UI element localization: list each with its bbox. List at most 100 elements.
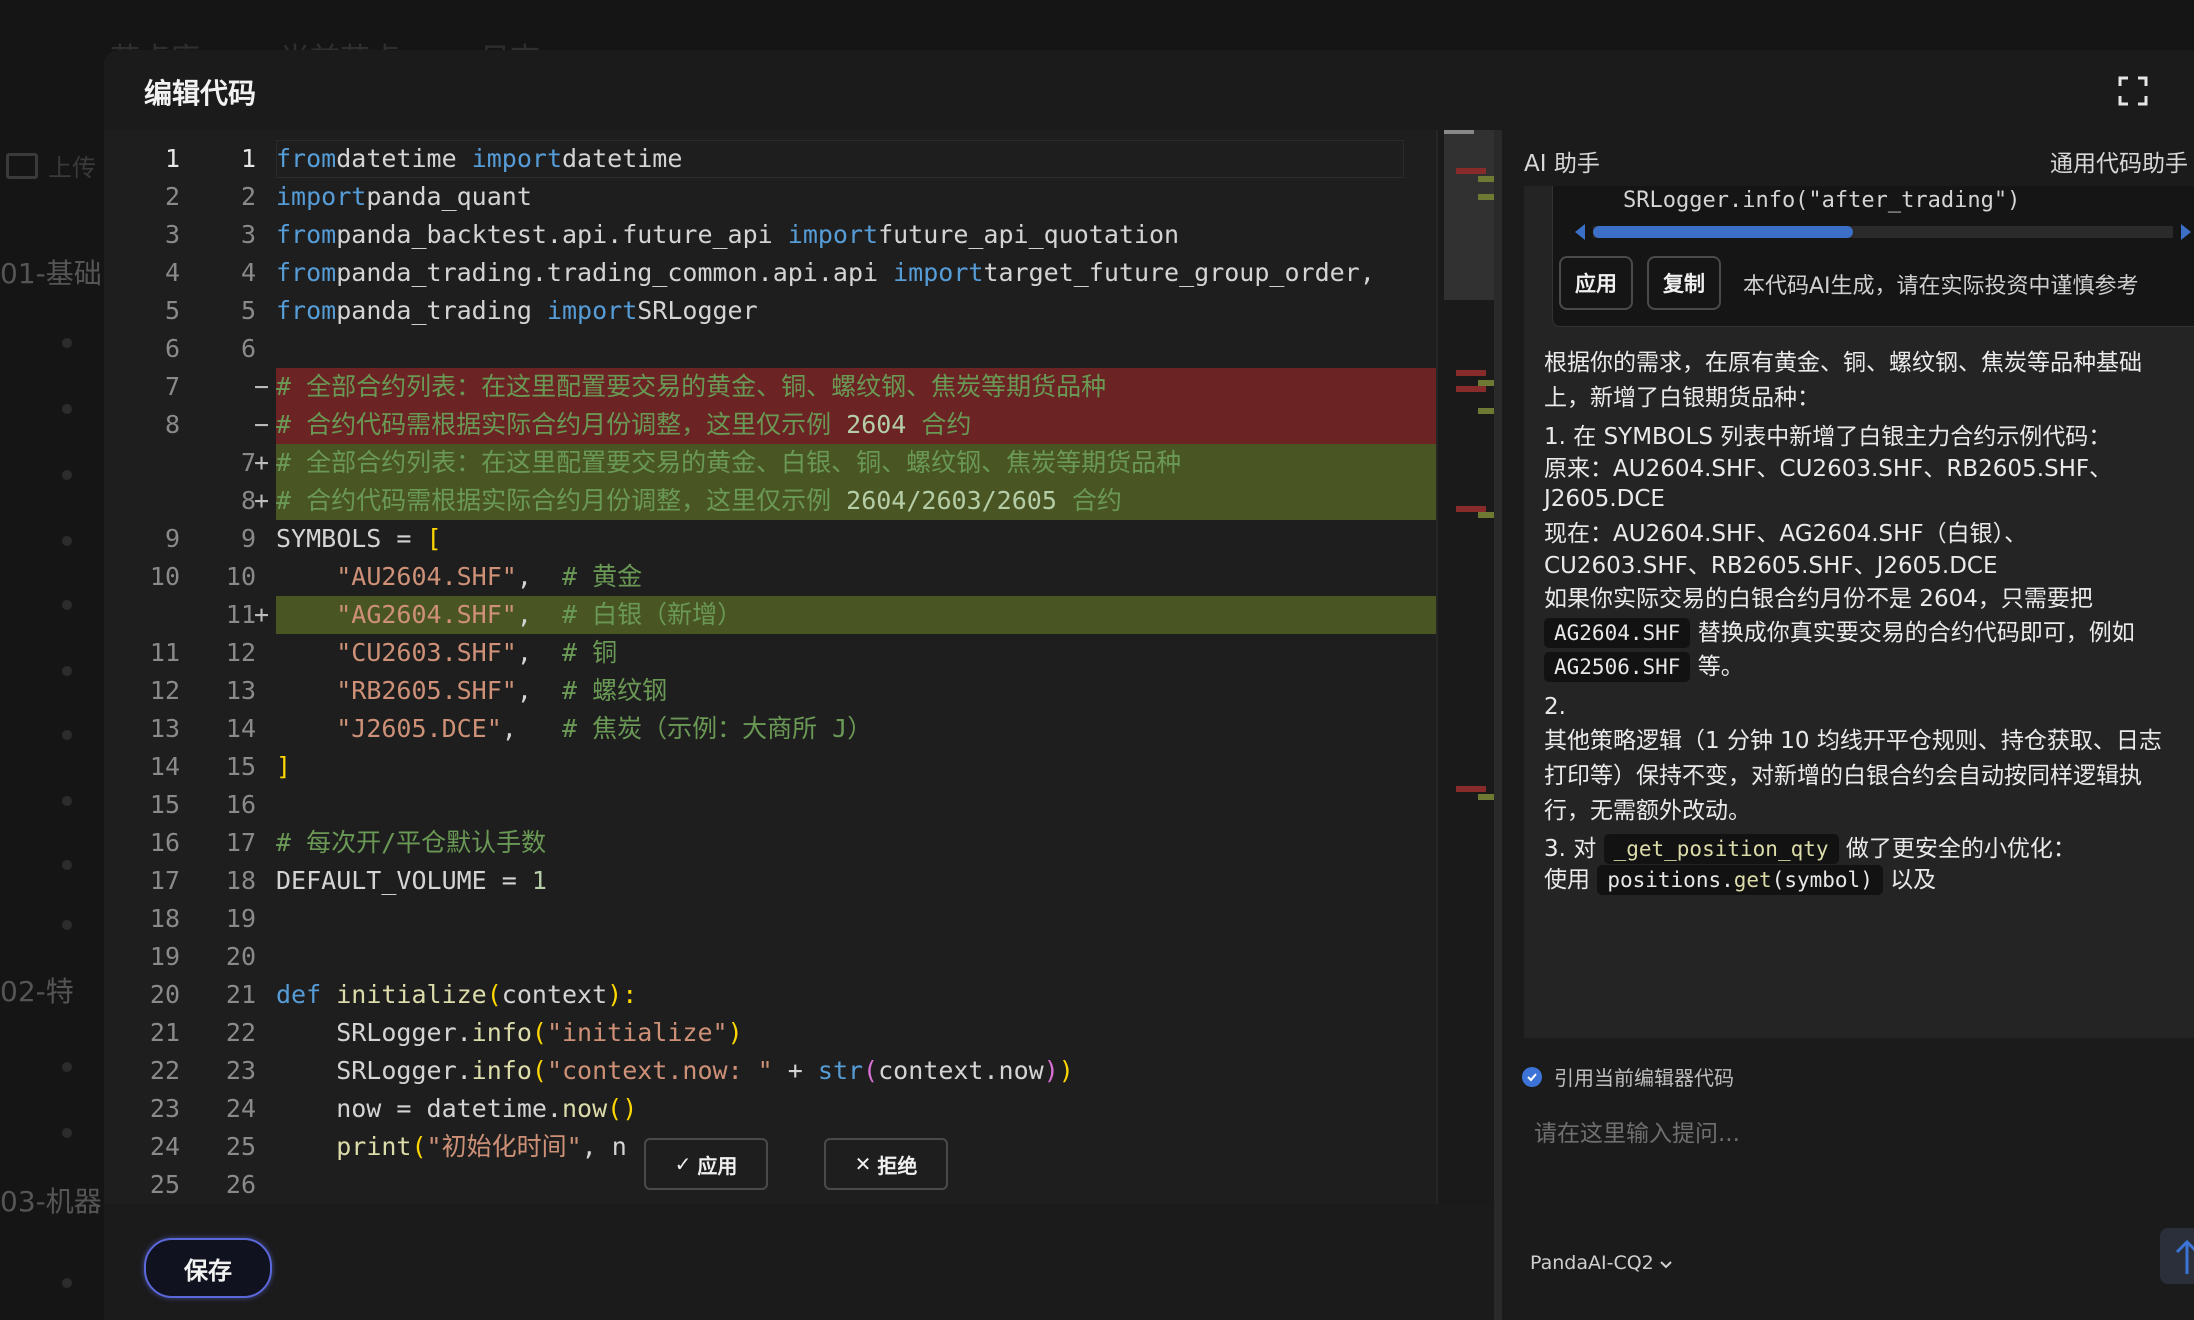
code-line[interactable]: 66	[104, 330, 1494, 368]
ai-p1-new: 现在：AU2604.SHF、AG2604.SHF（白银）、CU2603.SHF、…	[1544, 521, 2028, 579]
send-button[interactable]	[2160, 1228, 2194, 1284]
code-line[interactable]: 22 23 SRLogger.info("context.now: " + str…	[104, 1052, 1494, 1090]
code-line[interactable]: 12 13 "RB2605.SHF", # 螺纹钢	[104, 672, 1494, 710]
diff-marker: −	[254, 410, 270, 439]
code-token: (	[411, 1132, 427, 1161]
code-line[interactable]: 2 2 importpanda_quant	[104, 178, 1494, 216]
code-text: "RB2605.SHF", # 螺纹钢	[276, 672, 667, 710]
panel-splitter[interactable]	[1494, 130, 1502, 1320]
inline-reject-label: 拒绝	[877, 1153, 918, 1178]
original-line-number: 2	[164, 182, 180, 211]
code-editor[interactable]: 1 1 fromdatetime importdatetime 2 2 importpan…	[104, 130, 1494, 1204]
code-text: SRLogger.info("context.now: " + str(cont…	[276, 1052, 1074, 1090]
model-selector[interactable]: PandaAI-CQ2	[1530, 1252, 1672, 1274]
code-line[interactable]: 7 + # 全部合约列表：在这里配置要交易的黄金、白银、铜、螺纹钢、焦炭等期货品种	[104, 444, 1494, 482]
code-token: ,	[516, 562, 562, 591]
code-line[interactable]: 7 − # 全部合约列表：在这里配置要交易的黄金、铜、螺纹钢、焦炭等期货品种	[104, 368, 1494, 406]
bg-dot	[62, 666, 72, 676]
code-line[interactable]: 15 16	[104, 786, 1494, 824]
inline-diff-actions: ✓ 应用 ✕ 拒绝	[644, 1138, 948, 1190]
code-token: "AG2604.SHF"	[336, 600, 517, 629]
inline-reject-button[interactable]: ✕ 拒绝	[824, 1138, 948, 1190]
ai-disclaimer: 本代码AI生成，请在实际投资中谨慎参考	[1743, 274, 2139, 299]
save-button[interactable]: 保存	[144, 1238, 272, 1298]
code-text: SRLogger.info("initialize")	[276, 1014, 743, 1052]
modified-line-number: 4	[240, 258, 256, 287]
code-line[interactable]: 23 24 now = datetime.now()	[104, 1090, 1494, 1128]
minimap-slider[interactable]	[1444, 130, 1494, 300]
send-arrow-icon	[2175, 1239, 2194, 1274]
diff-marker: −	[254, 372, 270, 401]
reference-editor-code-toggle[interactable]: 引用当前编辑器代码	[1522, 1062, 1734, 1091]
code-line[interactable]: 5 5 frompanda_trading importSRLogger	[104, 292, 1494, 330]
code-token: ,	[516, 600, 562, 629]
code-text: # 合约代码需根据实际合约月份调整，这里仅示例 2604 合约	[276, 406, 971, 444]
modified-line-number: 2	[240, 182, 256, 211]
code-token: datetime	[562, 144, 683, 173]
code-line[interactable]: 11 + "AG2604.SHF", # 白银（新增）	[104, 596, 1494, 634]
inline-apply-button[interactable]: ✓ 应用	[644, 1138, 768, 1190]
code-token: (	[531, 1018, 547, 1047]
code-token: now = datetime.	[276, 1094, 562, 1123]
code-line[interactable]: 8 + # 合约代码需根据实际合约月份调整，这里仅示例 2604/2603/2605…	[104, 482, 1494, 520]
code-text: # 合约代码需根据实际合约月份调整，这里仅示例 2604/2603/2605 合…	[276, 482, 1122, 520]
code-token: DEFAULT_VOLUME =	[276, 866, 532, 895]
scrollbar-thumb[interactable]	[1593, 226, 1853, 238]
code-line[interactable]: 21 22 SRLogger.info("initialize")	[104, 1014, 1494, 1052]
code-line[interactable]: 14 15]	[104, 748, 1494, 786]
code-token: "初始化时间"	[426, 1132, 582, 1161]
bg-upload: 上传	[6, 148, 96, 183]
code-line[interactable]: 16 17 # 每次开/平仓默认手数	[104, 824, 1494, 862]
code-line[interactable]: 9 9 SYMBOLS = [	[104, 520, 1494, 558]
original-line-number: 17	[149, 866, 180, 895]
diff-marker: +	[254, 448, 270, 477]
ai-mode-selector[interactable]: 通用代码助手	[2050, 144, 2188, 178]
ai-apply-button[interactable]: 应用	[1559, 256, 1633, 310]
scroll-right-icon[interactable]	[2181, 224, 2191, 240]
code-token: from	[276, 296, 337, 325]
modified-line-number: 11	[225, 600, 256, 629]
ai-code-card: SRLogger.info("after_trading") 应用 复制 本代码…	[1552, 186, 2194, 327]
code-token: # 焦炭（示例：大商所 J）	[562, 714, 873, 743]
code-line[interactable]: 11 12 "CU2603.SHF", # 铜	[104, 634, 1494, 672]
code-token: panda_trading	[336, 296, 547, 325]
code-line[interactable]: 4 4 frompanda_trading.trading_common.api.a…	[104, 254, 1494, 292]
code-line[interactable]: 18 19	[104, 900, 1494, 938]
code-token: ]	[276, 752, 292, 781]
bg-dot	[62, 404, 72, 414]
bg-group-1: 01-基础	[0, 257, 102, 290]
code-token: "RB2605.SHF"	[336, 676, 517, 705]
code-line[interactable]: 19 20	[104, 938, 1494, 976]
code-text: def initialize(context):	[276, 976, 637, 1014]
code-token: # 黄金	[562, 562, 643, 591]
original-line-number: 20	[149, 980, 180, 1009]
ai-p1-title: 1. 在 SYMBOLS 列表中新增了白银主力合约示例代码：	[1544, 424, 2112, 450]
scroll-left-icon[interactable]	[1575, 224, 1585, 240]
prompt-input[interactable]: 请在这里输入提问...	[1534, 1114, 2134, 1154]
code-line[interactable]: 20 21 def initialize(context):	[104, 976, 1494, 1014]
original-line-number: 18	[149, 904, 180, 933]
code-line[interactable]: 8 − # 合约代码需根据实际合约月份调整，这里仅示例 2604 合约	[104, 406, 1494, 444]
code-token: 2604/2603/2605	[846, 486, 1057, 515]
code-line[interactable]: 1 1 fromdatetime importdatetime	[104, 140, 1494, 178]
code-token: )	[727, 1018, 743, 1047]
code-card-scrollbar[interactable]	[1573, 222, 2193, 242]
fullscreen-icon[interactable]	[2118, 76, 2148, 106]
ai-chat-body[interactable]: SRLogger.info("after_trading") 应用 复制 本代码…	[1524, 186, 2194, 1038]
code-line[interactable]: 13 14 "J2605.DCE", # 焦炭（示例：大商所 J）	[104, 710, 1494, 748]
code-line[interactable]: 10 10 "AU2604.SHF", # 黄金	[104, 558, 1494, 596]
bg-dot	[62, 860, 72, 870]
code-text: # 全部合约列表：在这里配置要交易的黄金、铜、螺纹钢、焦炭等期货品种	[276, 368, 1106, 406]
modal-header: 编辑代码	[104, 50, 2194, 130]
code-line[interactable]: 3 3 frompanda_backtest.api.future_api impo…	[104, 216, 1494, 254]
ai-copy-button[interactable]: 复制	[1647, 256, 1721, 310]
code-token: "initialize"	[546, 1018, 728, 1047]
code-token: 合约	[906, 410, 972, 439]
minimap[interactable]	[1436, 130, 1494, 1204]
code-line[interactable]: 17 18 DEFAULT_VOLUME = 1	[104, 862, 1494, 900]
modified-line-number: 1	[240, 144, 256, 173]
code-token: )	[1058, 1056, 1074, 1085]
ai-p1-note-a: 如果你实际交易的白银合约月份不是 2604，只需要把	[1544, 586, 2093, 612]
